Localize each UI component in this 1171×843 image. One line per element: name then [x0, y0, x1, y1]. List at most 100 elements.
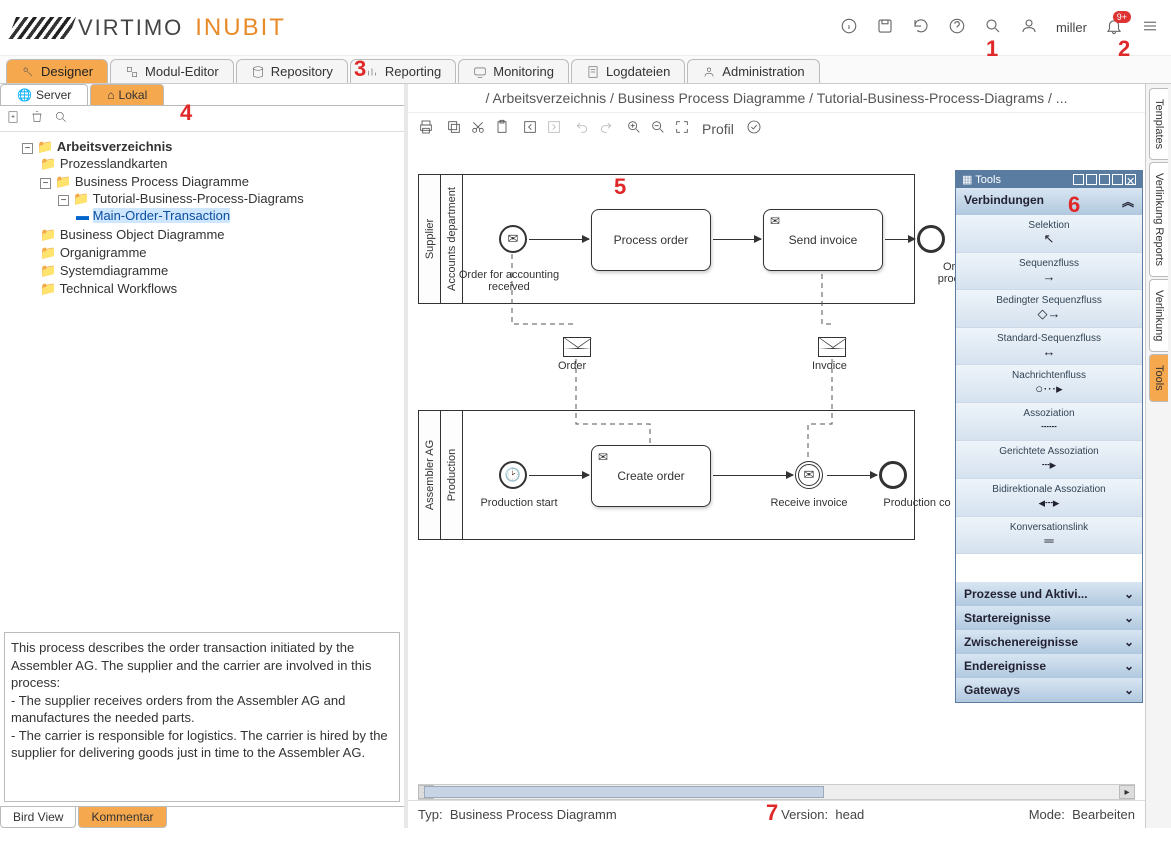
seq-flow [827, 475, 877, 476]
breadcrumb[interactable]: / Arbeitsverzeichnis / Business Process … [408, 84, 1145, 113]
tool-assoziation[interactable]: Assoziation┄┄ [956, 403, 1142, 441]
tab-monitoring[interactable]: Monitoring [458, 59, 569, 83]
refresh-icon[interactable] [912, 17, 930, 39]
sidetab-templates[interactable]: Templates [1149, 88, 1168, 160]
tool-bedingter-sequenzfluss[interactable]: Bedingter Sequenzfluss◇→ [956, 290, 1142, 328]
win-btn[interactable] [1112, 174, 1123, 185]
win-btn[interactable] [1099, 174, 1110, 185]
copy-icon[interactable] [446, 119, 462, 138]
tab-reporting[interactable]: Reporting [350, 59, 456, 83]
help-icon[interactable] [948, 17, 966, 39]
tab-repository[interactable]: Repository [236, 59, 348, 83]
tree-item-selected[interactable]: Main-Order-Transaction [93, 208, 231, 223]
subtab-lokal[interactable]: ⌂ Lokal [90, 84, 164, 105]
msg-invoice-label: Invoice [812, 360, 847, 372]
cut-icon[interactable] [470, 119, 486, 138]
tool-selektion[interactable]: Selektion↖ [956, 215, 1142, 253]
search-icon[interactable] [984, 17, 1002, 39]
acc-endereignisse[interactable]: Endereignisse⌄ [956, 654, 1142, 678]
start-label: Order for accounting received [439, 269, 579, 293]
task-send-invoice[interactable]: ✉Send invoice [763, 209, 883, 271]
tool-sequenzfluss[interactable]: Sequenzfluss→ [956, 253, 1142, 290]
tree-item[interactable]: Technical Workflows [60, 281, 178, 296]
brand-inubit: INUBIT [195, 14, 286, 42]
username[interactable]: miller [1056, 20, 1087, 35]
delete-icon[interactable] [30, 110, 44, 127]
fit-icon[interactable] [674, 119, 690, 138]
notifications-icon[interactable]: 9+ [1105, 17, 1123, 39]
acc-startereignisse[interactable]: Startereignisse⌄ [956, 606, 1142, 630]
paste-icon[interactable] [494, 119, 510, 138]
topbar: VIRTIMO INUBIT miller 9+ [0, 0, 1171, 56]
acc-gateways[interactable]: Gateways⌄ [956, 678, 1142, 702]
tree-item[interactable]: Organigramme [60, 245, 147, 260]
msg-order-label: Order [558, 360, 586, 372]
check-icon[interactable] [746, 119, 762, 138]
end-event[interactable] [917, 225, 945, 253]
left-pane: 🌐 Server ⌂ Lokal −📁 Arbeitsverzeichnis 📁… [0, 84, 408, 828]
tree-item[interactable]: Business Process Diagramme [75, 174, 249, 189]
tree-item[interactable]: Business Object Diagramme [60, 227, 225, 242]
tool-bidirektionale-assoziation[interactable]: Bidirektionale Assoziation◂┄▸ [956, 479, 1142, 517]
tab-logdateien[interactable]: Logdateien [571, 59, 685, 83]
canvas-toolbar: Profil [408, 113, 1145, 144]
info-icon[interactable] [840, 17, 858, 39]
directory-tree[interactable]: −📁 Arbeitsverzeichnis 📁 Prozesslandkarte… [0, 132, 404, 628]
start2-label: Production start [449, 497, 589, 509]
win-close[interactable]: ✕ [1125, 174, 1136, 185]
task-create-order[interactable]: ✉Create order [591, 445, 711, 507]
sidetab-verlinkung[interactable]: Verlinkung [1149, 279, 1168, 352]
zoom-out-icon[interactable] [650, 119, 666, 138]
new-icon[interactable] [6, 110, 20, 127]
tree-item[interactable]: Tutorial-Business-Process-Diagrams [93, 191, 304, 206]
seq-flow [529, 475, 589, 476]
tab-administration[interactable]: Administration [687, 59, 819, 83]
horizontal-scrollbar[interactable]: ◂▸ [418, 784, 1135, 800]
tool-standard-sequenzfluss[interactable]: Standard-Sequenzfluss↔ [956, 328, 1142, 365]
tool-konversationslink[interactable]: Konversationslink═ [956, 517, 1142, 554]
hamburger-icon[interactable] [1141, 17, 1159, 39]
tab-designer[interactable]: Designer [6, 59, 108, 83]
win-btn[interactable] [1073, 174, 1084, 185]
task-process-order[interactable]: Process order [591, 209, 711, 271]
tree-item[interactable]: Prozesslandkarten [60, 156, 168, 171]
acc-zwischenereignisse[interactable]: Zwischenereignisse⌄ [956, 630, 1142, 654]
user-icon[interactable] [1020, 17, 1038, 39]
description-panel: This process describes the order transac… [4, 632, 400, 802]
win-btn[interactable] [1086, 174, 1097, 185]
brand-virtimo: VIRTIMO [78, 15, 183, 41]
side-tabs: Templates Verlinkung Reports Verlinkung … [1145, 84, 1171, 828]
tree-search-icon[interactable] [54, 110, 68, 127]
profile-label[interactable]: Profil [702, 121, 734, 137]
tree-item[interactable]: Systemdiagramme [60, 263, 168, 278]
tools-panel[interactable]: ▦ Tools ✕ Verbindungen︽ Selektion↖Sequen… [955, 170, 1143, 703]
start-event[interactable]: ✉ [499, 225, 527, 253]
tool-nachrichtenfluss[interactable]: Nachrichtenfluss○⋯▸ [956, 365, 1142, 403]
tool-gerichtete-assoziation[interactable]: Gerichtete Assoziation┄▸ [956, 441, 1142, 479]
print-icon[interactable] [418, 119, 434, 138]
tree-root[interactable]: Arbeitsverzeichnis [57, 139, 173, 154]
seq-flow [713, 475, 793, 476]
sidetab-verlinkung-reports[interactable]: Verlinkung Reports [1149, 162, 1168, 277]
nav-back-icon[interactable] [522, 119, 538, 138]
acc-prozesse[interactable]: Prozesse und Aktivi...⌄ [956, 582, 1142, 606]
subtab-server[interactable]: 🌐 Server [0, 84, 88, 105]
undo-icon[interactable] [574, 119, 590, 138]
sidetab-tools[interactable]: Tools [1149, 354, 1168, 402]
seq-flow [529, 239, 589, 240]
message-order[interactable] [563, 337, 591, 357]
tab-kommentar[interactable]: Kommentar [78, 807, 166, 828]
tools-title: Tools [975, 174, 1001, 186]
zoom-in-icon[interactable] [626, 119, 642, 138]
tab-modul-editor[interactable]: Modul-Editor [110, 59, 234, 83]
message-invoice[interactable] [818, 337, 846, 357]
tab-birdview[interactable]: Bird View [0, 807, 76, 828]
end-event-2[interactable] [879, 461, 907, 489]
pool2-name: Assembler AG [424, 440, 436, 510]
intermediate-msg-event[interactable]: ✉ [795, 461, 823, 489]
nav-fwd-icon[interactable] [546, 119, 562, 138]
save-icon[interactable] [876, 17, 894, 39]
timer-start[interactable]: 🕑 [499, 461, 527, 489]
redo-icon[interactable] [598, 119, 614, 138]
acc-verbindungen[interactable]: Verbindungen︽ [956, 188, 1142, 215]
